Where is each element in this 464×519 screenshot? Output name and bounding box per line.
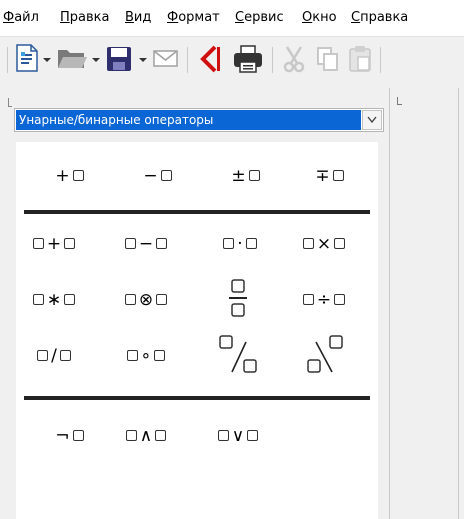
mail-icon[interactable]	[153, 50, 179, 72]
standard-toolbar	[0, 37, 464, 87]
binary-circ[interactable]: ∘	[108, 334, 184, 378]
logic-or[interactable]: ∨	[200, 414, 276, 458]
wide-slash-element[interactable]	[200, 328, 276, 384]
menu-format[interactable]: Формат	[167, 10, 220, 26]
paste-icon[interactable]	[348, 45, 372, 77]
fraction-element[interactable]	[200, 274, 276, 326]
binary-subtract[interactable]: −	[108, 222, 184, 266]
binary-cdot[interactable]: ·	[202, 222, 278, 266]
save-icon[interactable]	[105, 45, 133, 77]
unary-minus-plus[interactable]: ∓	[290, 154, 366, 198]
menu-view[interactable]: Вид	[125, 10, 151, 26]
binary-divide[interactable]: ÷	[286, 278, 362, 322]
save-dropdown-arrow[interactable]	[139, 58, 147, 62]
wide-backslash-icon	[307, 335, 343, 373]
section-divider	[24, 396, 370, 400]
menu-help[interactable]: Справка	[351, 10, 408, 26]
toolbar-separator	[187, 47, 188, 73]
new-document-icon[interactable]	[14, 43, 40, 77]
binary-add[interactable]: +	[16, 222, 92, 266]
menu-file[interactable]: Файл	[3, 10, 39, 26]
section-divider	[24, 210, 370, 214]
chevron-down-icon[interactable]	[362, 110, 382, 130]
toolbar-separator	[380, 47, 381, 73]
binary-times[interactable]: ×	[286, 222, 362, 266]
export-pdf-icon[interactable]	[197, 45, 223, 77]
open-folder-icon[interactable]	[56, 46, 88, 74]
unary-minus[interactable]: −	[118, 154, 194, 198]
binary-asterisk[interactable]: ∗	[16, 278, 92, 322]
menu-tools[interactable]: Сервис	[235, 10, 284, 26]
wide-slash-icon	[219, 335, 257, 373]
copy-icon[interactable]	[316, 46, 340, 76]
unary-plus-minus[interactable]: ±	[206, 154, 282, 198]
corner-mark	[397, 104, 402, 105]
unary-plus[interactable]: +	[30, 154, 106, 198]
pane-divider	[458, 88, 459, 519]
binary-slash[interactable]: /	[16, 334, 92, 378]
menu-window[interactable]: Окно	[302, 10, 337, 26]
panel-grip	[8, 98, 12, 107]
binary-otimes[interactable]: ⊗	[108, 278, 184, 322]
elements-palette: + − ± ∓ + − · × ∗ ⊗ ÷ / ∘ ¬ ∧ ∨	[16, 142, 378, 519]
cut-icon[interactable]	[282, 45, 306, 77]
open-dropdown-arrow[interactable]	[92, 58, 100, 62]
fraction-icon	[229, 279, 247, 317]
toolbar-separator	[272, 47, 273, 73]
category-dropdown[interactable]: Унарные/бинарные операторы	[14, 108, 384, 132]
menu-edit[interactable]: Правка	[60, 10, 109, 26]
document-pane[interactable]	[389, 88, 464, 519]
new-dropdown-arrow[interactable]	[43, 58, 51, 62]
menu-bar: Файл Правка Вид Формат Сервис Окно Справ…	[0, 0, 464, 37]
wide-backslash-element[interactable]	[286, 328, 362, 384]
category-selected: Унарные/бинарные операторы	[16, 110, 361, 130]
logic-not[interactable]: ¬	[30, 414, 106, 458]
toolbar-grip	[7, 47, 8, 73]
print-icon[interactable]	[233, 45, 263, 77]
logic-and[interactable]: ∧	[108, 414, 184, 458]
